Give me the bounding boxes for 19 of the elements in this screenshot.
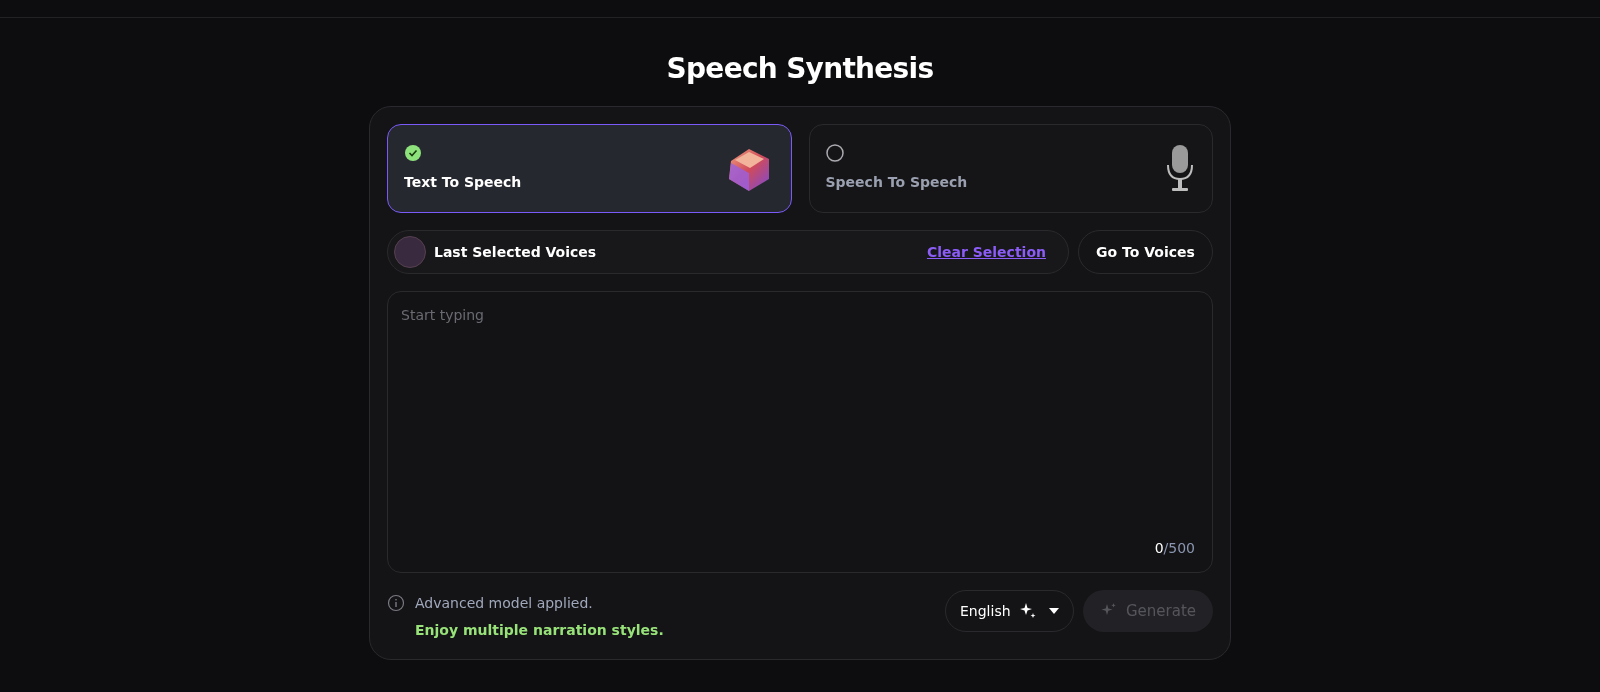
character-limit: /500 [1163, 540, 1195, 556]
text-field[interactable]: Start typing [401, 305, 1199, 538]
mode-label: Text To Speech [404, 173, 522, 192]
voices-label: Last Selected Voices [434, 242, 597, 262]
mode-label: Speech To Speech [825, 173, 968, 192]
mode-card[interactable]: Text To Speech [387, 124, 792, 213]
go-to-voices-button[interactable]: Go To Voices [1078, 230, 1213, 274]
mode-card[interactable]: Speech To Speech [808, 124, 1213, 213]
promo-text: Enjoy multiple narration styles. [415, 621, 664, 640]
avatar-icon [394, 236, 426, 268]
text-input-area[interactable]: Start typing 0/500 [387, 291, 1213, 573]
radio-icon [825, 144, 844, 162]
clear-selection-link[interactable]: Clear Selection [926, 241, 1046, 263]
notice-text: Advanced model applied. [415, 594, 594, 613]
page-title: Speech Synthesis [666, 51, 934, 87]
info-icon [387, 594, 405, 612]
character-count: 0 [1154, 540, 1164, 556]
check-icon [404, 144, 422, 162]
caret-icon [1049, 608, 1059, 614]
